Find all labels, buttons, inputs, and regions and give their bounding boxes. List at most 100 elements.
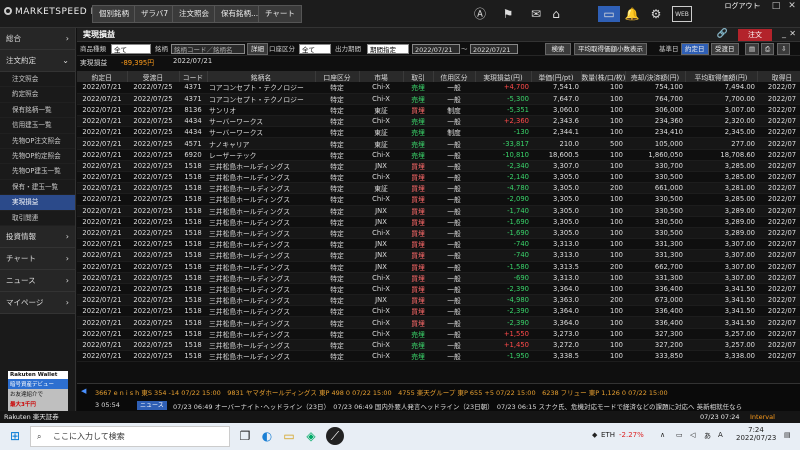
- chart-a-icon[interactable]: Ⓐ: [472, 6, 488, 22]
- table-row[interactable]: 2022/07/21 2022/07/25 4371 コアコンセプト・テクノロジー 特定…: [77, 82, 800, 94]
- ime-icon[interactable]: あ: [704, 431, 711, 441]
- network-icon[interactable]: ▭: [676, 431, 683, 439]
- ticker-news[interactable]: 07/23 06:49 オーバーナイト･ヘッドライン（23日） 07/23 06…: [173, 401, 742, 411]
- edge-icon[interactable]: ◐: [258, 427, 276, 445]
- table-row[interactable]: 2022/07/21 2022/07/25 1518 三井松島ホールディングス 特定 JN…: [77, 238, 800, 251]
- sidebar-item-7[interactable]: 保有・建玉一覧: [0, 180, 75, 196]
- home-icon[interactable]: ⌂: [548, 6, 564, 22]
- taskbar-search-input[interactable]: ⌕ ここに入力して検索: [30, 426, 230, 447]
- column-header[interactable]: コード: [179, 71, 208, 82]
- close-icon[interactable]: ✕: [782, 0, 800, 12]
- table-row[interactable]: 2022/07/21 2022/07/25 1518 三井松島ホールディングス 特定 JN…: [77, 261, 800, 273]
- print-icon[interactable]: ⎙: [761, 43, 775, 55]
- bell-icon[interactable]: 🔔: [624, 6, 640, 22]
- panel-minimize-icon[interactable]: _: [782, 29, 786, 38]
- table-row[interactable]: 2022/07/21 2022/07/25 4571 ナノキャリア 特定 東証 売埋 一般 -3…: [77, 137, 800, 150]
- period-select[interactable]: 期間指定: [367, 44, 409, 54]
- task-view-icon[interactable]: ❐: [236, 427, 254, 445]
- sidebar-lower-section-0[interactable]: 投資情報 ›: [0, 225, 75, 248]
- panel-close-icon[interactable]: ✕: [789, 29, 796, 38]
- input-mode-icon[interactable]: A: [718, 431, 723, 439]
- sidebar-item-6[interactable]: 先物OP建玉一覧: [0, 164, 75, 180]
- column-header[interactable]: 取得日: [757, 71, 800, 82]
- toolbar-tab-4[interactable]: チャート: [258, 5, 302, 23]
- toolbar-tab-1[interactable]: ザラバ7: [134, 5, 176, 23]
- sidebar-item-1[interactable]: 約定照会: [0, 87, 75, 103]
- column-header[interactable]: 平均取得価額(円): [685, 71, 758, 82]
- order-button[interactable]: 注文: [738, 29, 772, 41]
- sidebar-item-0[interactable]: 注文照会: [0, 72, 75, 88]
- notification-n-icon[interactable]: ✉: [528, 6, 544, 22]
- sidebar-item-8[interactable]: 実現損益: [0, 195, 75, 211]
- table-row[interactable]: 2022/07/21 2022/07/25 1518 三井松島ホールディングス 特定 JN…: [77, 294, 800, 307]
- column-header[interactable]: 口座区分: [315, 71, 360, 82]
- detail-button[interactable]: 詳細: [247, 43, 268, 55]
- sidebar-section-0[interactable]: 総合 ›: [0, 28, 75, 50]
- table-row[interactable]: 2022/07/21 2022/07/25 1518 三井松島ホールディングス 特定 JN…: [77, 160, 800, 173]
- sidebar-item-3[interactable]: 信用建玉一覧: [0, 118, 75, 134]
- column-header[interactable]: 実現損益(円): [475, 71, 532, 82]
- export-icon[interactable]: ⇩: [777, 43, 791, 55]
- table-row[interactable]: 2022/07/21 2022/07/25 1518 三井松島ホールディングス 特定 Ch…: [77, 339, 800, 352]
- table-row[interactable]: 2022/07/21 2022/07/25 1518 三井松島ホールディングス 特定 Ch…: [77, 171, 800, 184]
- table-row[interactable]: 2022/07/21 2022/07/25 1518 三井松島ホールディングス 特定 東証…: [77, 182, 800, 195]
- column-header[interactable]: 銘柄名: [207, 71, 316, 82]
- table-row[interactable]: 2022/07/21 2022/07/25 4371 コアコンセプト・テクノロジー 特定…: [77, 93, 800, 105]
- sidebar-item-4[interactable]: 先物OP注文照会: [0, 134, 75, 149]
- column-header[interactable]: 売却/決済額(円): [625, 71, 686, 82]
- sidebar-lower-section-2[interactable]: ニュース ›: [0, 269, 75, 292]
- trade-date-toggle[interactable]: 約定日: [681, 43, 709, 55]
- column-header[interactable]: 受渡日: [127, 71, 180, 82]
- table-row[interactable]: 2022/07/21 2022/07/25 1518 三井松島ホールディングス 特定 Ch…: [77, 272, 800, 284]
- sidebar-item-2[interactable]: 保有銘柄一覧: [0, 103, 75, 119]
- column-header[interactable]: 信用区分: [433, 71, 476, 82]
- table-row[interactable]: 2022/07/21 2022/07/25 1518 三井松島ホールディングス 特定 JN…: [77, 249, 800, 262]
- product-select[interactable]: 全て: [111, 44, 151, 54]
- notification-center-icon[interactable]: ▤: [784, 431, 791, 439]
- start-icon[interactable]: ⊞: [6, 427, 24, 445]
- table-row[interactable]: 2022/07/21 2022/07/25 1518 三井松島ホールディングス 特定 Ch…: [77, 283, 800, 296]
- table-row[interactable]: 2022/07/21 2022/07/25 1518 三井松島ホールディングス 特定 Ch…: [77, 193, 800, 206]
- table-row[interactable]: 2022/07/21 2022/07/25 1518 三井松島ホールディングス 特定 JN…: [77, 216, 800, 228]
- table-row[interactable]: 2022/07/21 2022/07/25 1518 三井松島ホールディングス 特定 Ch…: [77, 316, 800, 329]
- table-row[interactable]: 2022/07/21 2022/07/25 4434 サーバーワークス 特定 Chi-X 売…: [77, 115, 800, 128]
- table-row[interactable]: 2022/07/21 2022/07/25 1518 三井松島ホールディングス 特定 Ch…: [77, 305, 800, 318]
- sidebar-section-1[interactable]: 注文約定 ⌄: [0, 50, 75, 72]
- tray-arrow-icon[interactable]: ∧: [660, 431, 665, 439]
- search-button[interactable]: 検索: [545, 43, 571, 55]
- volume-icon[interactable]: ◁: [690, 431, 695, 439]
- explorer-icon[interactable]: ▭: [280, 427, 298, 445]
- toolbar-tab-0[interactable]: 個別銘柄: [92, 5, 136, 23]
- settle-date-toggle[interactable]: 受渡日: [711, 43, 739, 55]
- table-row[interactable]: 2022/07/21 2022/07/25 1518 三井松島ホールディングス 特定 Ch…: [77, 350, 800, 363]
- gear-icon[interactable]: ⚙: [648, 6, 664, 22]
- table-row[interactable]: 2022/07/21 2022/07/25 1518 三井松島ホールディングス 特定 Ch…: [77, 227, 800, 240]
- link-icon[interactable]: 🔗: [717, 29, 728, 39]
- toolbar-tab-2[interactable]: 注文照会: [172, 5, 216, 23]
- rakuten-wallet-ad[interactable]: Rakuten Wallet 暗号資産デビュー お友達紹介で 最大3千円: [8, 371, 68, 411]
- table-row[interactable]: 2022/07/21 2022/07/25 1518 三井松島ホールディングス 特定 Ch…: [77, 328, 800, 340]
- table-row[interactable]: 2022/07/21 2022/07/25 6920 レーザーテック 特定 Chi-X 売埋…: [77, 149, 800, 161]
- minimize-icon[interactable]: –: [748, 0, 768, 12]
- column-header[interactable]: 約定日: [77, 71, 128, 82]
- table-row[interactable]: 2022/07/21 2022/07/25 4434 サーバーワークス 特定 東証 売埋 制度…: [77, 126, 800, 139]
- table-row[interactable]: 2022/07/21 2022/07/25 8136 サンリオ 特定 東証 買埋 制度 -5,3…: [77, 104, 800, 117]
- flag-icon[interactable]: ⚑: [500, 6, 516, 22]
- sidebar-item-5[interactable]: 先物OP約定照会: [0, 149, 75, 165]
- column-header[interactable]: 取引: [403, 71, 434, 82]
- avg-price-decimal-button[interactable]: 平均取得価額小数表示: [574, 43, 647, 55]
- sidebar-lower-section-3[interactable]: マイページ ›: [0, 291, 75, 314]
- layout-icon[interactable]: ▤: [745, 43, 760, 55]
- column-header[interactable]: 数量(株/口/枚): [581, 71, 626, 82]
- table-row[interactable]: 2022/07/21 2022/07/25 1518 三井松島ホールディングス 特定 JN…: [77, 205, 800, 217]
- ticker-left-arrow-icon[interactable]: ◀: [81, 387, 86, 395]
- symbol-input[interactable]: 銘柄コード／銘柄名: [171, 44, 245, 54]
- web-icon[interactable]: WEB: [672, 6, 692, 22]
- column-header[interactable]: 単価(円/pt): [531, 71, 582, 82]
- sidebar-item-9[interactable]: 取引閲連: [0, 211, 75, 226]
- date-to-input[interactable]: 2022/07/21: [470, 44, 518, 54]
- column-header[interactable]: 市場: [359, 71, 404, 82]
- date-from-input[interactable]: 2022/07/21: [412, 44, 460, 54]
- marketspeed-icon[interactable]: ⟋: [326, 427, 344, 445]
- sidebar-lower-section-1[interactable]: チャート ›: [0, 247, 75, 270]
